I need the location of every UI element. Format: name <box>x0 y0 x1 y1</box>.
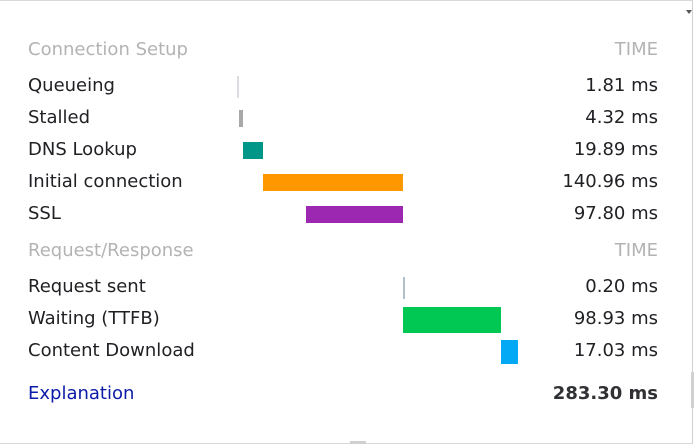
timing-row-ssl: SSL 97.80 ms <box>0 198 694 230</box>
ssl-bar <box>306 206 403 223</box>
timing-label: Initial connection <box>28 171 183 192</box>
request-sent-bar <box>403 277 405 299</box>
time-column-header: TIME <box>614 39 658 60</box>
waiting-ttfb-bar <box>403 307 501 333</box>
timing-value: 0.20 ms <box>585 276 658 297</box>
queueing-bar <box>237 76 239 98</box>
timing-value: 17.03 ms <box>573 340 658 361</box>
timing-footer: Explanation 283.30 ms <box>0 378 694 410</box>
timing-row-content-download: Content Download 17.03 ms <box>0 335 694 367</box>
section-title: Connection Setup <box>28 39 188 60</box>
timing-label: DNS Lookup <box>28 139 137 160</box>
timing-value: 97.80 ms <box>573 203 658 224</box>
timing-label: Request sent <box>28 276 146 297</box>
timing-row-initial-connection: Initial connection 140.96 ms <box>0 166 694 198</box>
explanation-link[interactable]: Explanation <box>28 384 134 404</box>
timing-row-dns-lookup: DNS Lookup 19.89 ms <box>0 134 694 166</box>
timing-value: 4.32 ms <box>585 107 658 128</box>
timing-row-queueing: Queueing 1.81 ms <box>0 70 694 102</box>
initial-connection-bar <box>263 174 403 191</box>
timing-label: Content Download <box>28 340 195 361</box>
time-column-header: TIME <box>614 240 658 261</box>
timing-label: Queueing <box>28 75 115 96</box>
dropdown-arrow-icon[interactable] <box>686 10 692 14</box>
content-download-bar <box>501 340 518 364</box>
stalled-bar <box>239 110 243 127</box>
timing-row-waiting-ttfb: Waiting (TTFB) 98.93 ms <box>0 303 694 335</box>
timing-value: 98.93 ms <box>573 308 658 329</box>
section-title: Request/Response <box>28 240 194 261</box>
total-time: 283.30 ms <box>552 383 658 404</box>
timing-row-request-sent: Request sent 0.20 ms <box>0 271 694 303</box>
timing-value: 1.81 ms <box>585 75 658 96</box>
request-response-header: Request/Response TIME <box>0 235 694 267</box>
timing-row-stalled: Stalled 4.32 ms <box>0 102 694 134</box>
dns-lookup-bar <box>243 142 263 159</box>
connection-setup-header: Connection Setup TIME <box>0 34 694 66</box>
timing-label: Stalled <box>28 107 91 128</box>
timing-value: 19.89 ms <box>573 139 658 160</box>
timing-label: Waiting (TTFB) <box>28 308 160 329</box>
timing-value: 140.96 ms <box>562 171 658 192</box>
timing-label: SSL <box>28 203 61 224</box>
